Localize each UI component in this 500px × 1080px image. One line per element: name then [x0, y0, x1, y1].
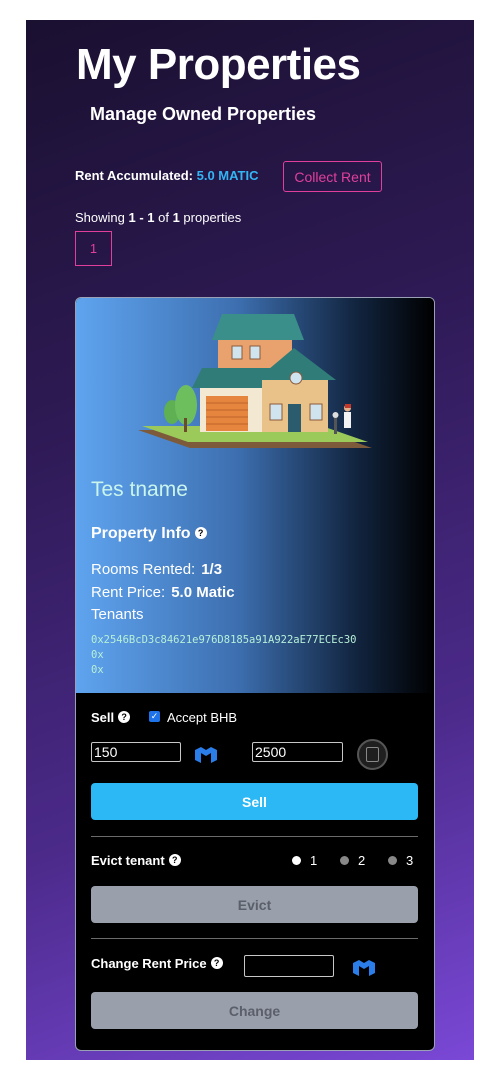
divider	[91, 836, 418, 837]
pagination-prefix: Showing	[75, 210, 129, 225]
sell-label: Sell?	[91, 710, 131, 725]
evict-radio-1[interactable]	[292, 856, 301, 865]
change-rent-label: Change Rent Price?	[91, 956, 223, 971]
evict-label-text: Evict tenant	[91, 853, 165, 868]
bhb-coin-icon	[357, 739, 388, 770]
property-info-title: Property Info?	[91, 525, 207, 543]
pagination-range: 1 - 1	[128, 210, 155, 225]
rent-price: Rent Price: 5.0 Matic	[91, 584, 235, 601]
pagination-total: 1	[172, 210, 180, 225]
evict-label: Evict tenant?	[91, 853, 181, 868]
page-background: My Properties Manage Owned Properties Re…	[26, 20, 474, 1060]
help-icon[interactable]: ?	[194, 527, 207, 539]
evict-button[interactable]: Evict	[91, 886, 418, 923]
divider	[91, 938, 418, 939]
sell-label-text: Sell	[91, 710, 115, 725]
pagination-of: of	[154, 210, 173, 225]
help-icon[interactable]: ?	[168, 854, 181, 866]
change-rent-input[interactable]	[244, 955, 334, 977]
sell-price-bhb-input[interactable]	[252, 742, 343, 762]
tenant-address: 0x	[91, 664, 104, 676]
tenant-address: 0x2546BcD3c84621e976D8185a91A922aE77ECEc…	[91, 634, 357, 646]
evict-option-label: 1	[310, 853, 318, 868]
price-value: 5.0 Matic	[171, 584, 235, 601]
accept-bhb-checkbox[interactable]: ✓	[149, 711, 160, 722]
property-header: Tes tname Property Info? Rooms Rented: 1/…	[76, 298, 434, 693]
rent-value: 5.0 MATIC	[196, 168, 259, 183]
sell-button[interactable]: Sell	[91, 783, 418, 820]
evict-radio-2[interactable]	[340, 856, 349, 865]
tenant-address: 0x	[91, 649, 104, 661]
help-icon[interactable]: ?	[118, 711, 131, 723]
house-image	[138, 314, 372, 448]
rent-accumulated: Rent Accumulated: 5.0 MATIC	[75, 168, 259, 183]
accept-label: Accept BHB	[167, 710, 237, 725]
change-rent-label-text: Change Rent Price	[91, 956, 207, 971]
sell-price-matic-input[interactable]	[91, 742, 181, 762]
page-subtitle: Manage Owned Properties	[90, 104, 317, 124]
property-card: Tes tname Property Info? Rooms Rented: 1/…	[75, 297, 435, 1051]
evict-radio-3[interactable]	[388, 856, 397, 865]
evict-option-label: 3	[406, 853, 414, 868]
price-label: Rent Price:	[91, 584, 166, 601]
help-icon[interactable]: ?	[210, 957, 223, 969]
rooms-rented: Rooms Rented: 1/3	[91, 561, 222, 578]
property-name: Tes tname	[91, 478, 188, 501]
property-info-label: Property Info	[91, 525, 191, 542]
pagination-summary: Showing 1 - 1 of 1 properties	[75, 210, 241, 225]
matic-icon	[195, 747, 217, 763]
accept-text: Accept	[167, 710, 207, 725]
accept-token: BHB	[210, 710, 238, 725]
rooms-value: 1/3	[201, 561, 223, 578]
collect-rent-button[interactable]: Collect Rent	[283, 161, 382, 192]
evict-option-label: 2	[358, 853, 366, 868]
tenants-label: Tenants	[91, 606, 144, 623]
rent-label: Rent Accumulated:	[75, 168, 193, 183]
matic-icon	[353, 960, 375, 976]
change-button[interactable]: Change	[91, 992, 418, 1029]
page-button-1[interactable]: 1	[75, 231, 112, 266]
page-title: My Properties	[76, 40, 361, 89]
pagination-suffix: properties	[179, 210, 242, 225]
rooms-label: Rooms Rented:	[91, 561, 196, 578]
